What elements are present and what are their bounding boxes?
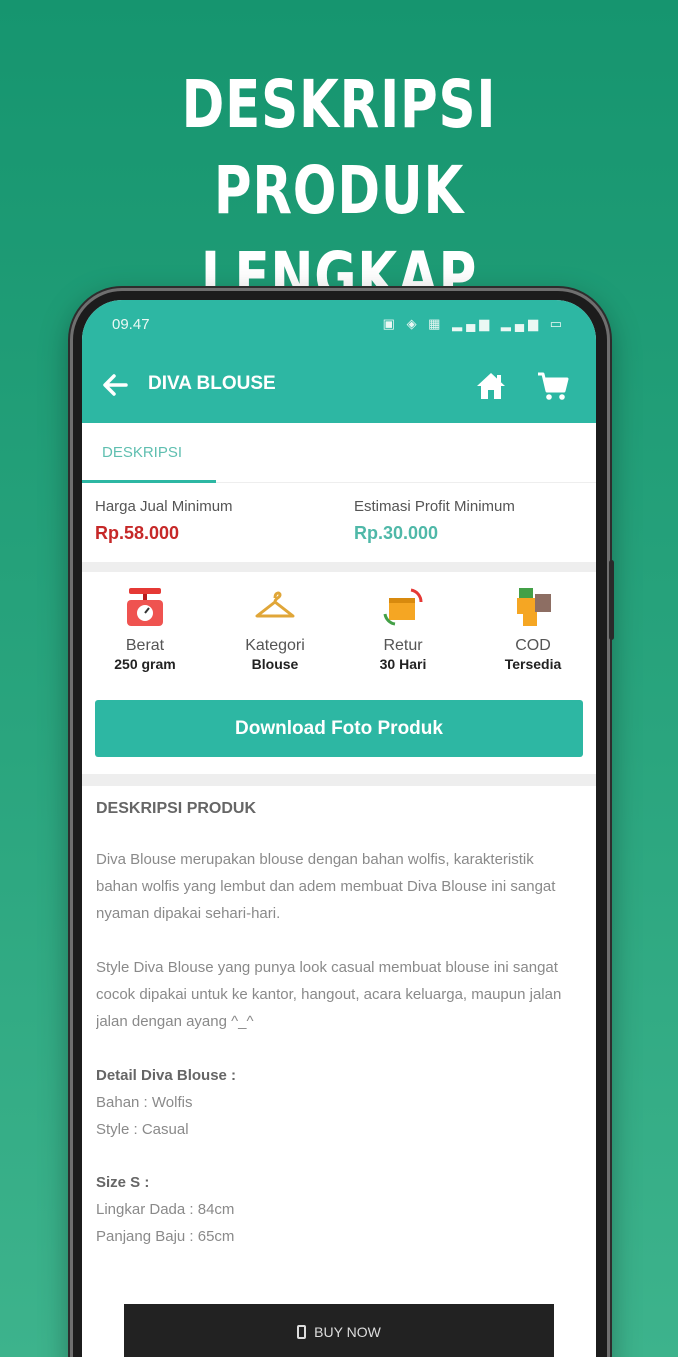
size-line: Panjang Baju : 65cm xyxy=(96,1228,235,1245)
product-info-row: Berat 250 gram Kategori Blouse Retur 30 … xyxy=(82,584,596,684)
download-photo-button[interactable]: Download Foto Produk xyxy=(95,700,583,757)
detail-title: Detail Diva Blouse : xyxy=(96,1067,237,1084)
description-title: DESKRIPSI PRODUK xyxy=(96,800,257,817)
min-price-value: Rp.58.000 xyxy=(95,523,180,543)
size-line: Lingkar Dada : 84cm xyxy=(96,1201,235,1218)
scale-icon xyxy=(127,588,163,626)
cart-icon[interactable] xyxy=(536,369,570,403)
description-paragraph: Diva Blouse merupakan blouse dengan baha… xyxy=(96,851,556,922)
home-icon[interactable] xyxy=(474,369,508,403)
tab-active-indicator xyxy=(82,480,216,483)
detail-line: Bahan : Wolfis xyxy=(96,1094,193,1111)
info-value: 30 Hari xyxy=(379,656,427,672)
return-box-icon xyxy=(383,588,423,626)
tab-bar: DESKRIPSI xyxy=(82,423,596,483)
phone-side-button xyxy=(609,560,614,640)
tab-deskripsi[interactable]: DESKRIPSI xyxy=(82,423,216,483)
app-bar: 09.47 ▣ ◈ ▦ ▂▄▆ ▂▄▆ ▭ DIVA BLOUSE xyxy=(82,300,596,423)
profit-value: Rp.30.000 xyxy=(354,523,439,543)
info-category: Kategori Blouse xyxy=(220,584,330,673)
price-summary: Harga Jual Minimum Rp.58.000 Estimasi Pr… xyxy=(82,484,596,562)
buy-now-label: BUY NOW xyxy=(314,1324,381,1340)
phone-icon xyxy=(297,1325,307,1339)
headline-line-1: DESKRIPSI PRODUK xyxy=(181,66,497,229)
product-description: DESKRIPSI PRODUK Diva Blouse merupakan b… xyxy=(96,800,576,1278)
status-bar: 09.47 ▣ ◈ ▦ ▂▄▆ ▂▄▆ ▭ xyxy=(112,316,566,336)
description-paragraph: Style Diva Blouse yang punya look casual… xyxy=(96,959,562,1030)
section-divider xyxy=(82,562,596,572)
min-price-label: Harga Jual Minimum xyxy=(95,498,233,515)
arrow-left-icon[interactable] xyxy=(100,370,130,400)
detail-line: Style : Casual xyxy=(96,1121,189,1138)
status-icons: ▣ ◈ ▦ ▂▄▆ ▂▄▆ ▭ xyxy=(382,316,566,331)
phone-screen: 09.47 ▣ ◈ ▦ ▂▄▆ ▂▄▆ ▭ DIVA BLOUSE DESKRI… xyxy=(82,300,596,1357)
info-value: Tersedia xyxy=(504,656,562,672)
info-value: Blouse xyxy=(251,656,299,672)
promo-headline: DESKRIPSI PRODUK LENGKAP xyxy=(75,62,604,320)
info-value: 250 gram xyxy=(114,656,176,672)
tab-label: DESKRIPSI xyxy=(102,444,183,461)
info-cod: COD Tersedia xyxy=(478,584,588,673)
buy-now-button[interactable]: BUY NOW xyxy=(124,1304,554,1357)
status-time: 09.47 xyxy=(112,316,150,333)
info-weight: Berat 250 gram xyxy=(90,584,200,673)
page-title: DIVA BLOUSE xyxy=(148,373,276,394)
cod-cash-icon xyxy=(517,588,551,626)
info-label: Kategori xyxy=(245,637,305,654)
hanger-icon xyxy=(255,591,295,618)
info-return: Retur 30 Hari xyxy=(348,584,458,673)
profit-block: Estimasi Profit Minimum Rp.30.000 xyxy=(354,498,515,544)
size-title: Size S : xyxy=(96,1174,150,1191)
info-label: COD xyxy=(515,637,551,654)
profit-label: Estimasi Profit Minimum xyxy=(354,498,515,515)
min-price-block: Harga Jual Minimum Rp.58.000 xyxy=(95,498,233,544)
section-divider xyxy=(82,774,596,786)
info-label: Retur xyxy=(383,637,423,654)
info-label: Berat xyxy=(125,637,165,654)
